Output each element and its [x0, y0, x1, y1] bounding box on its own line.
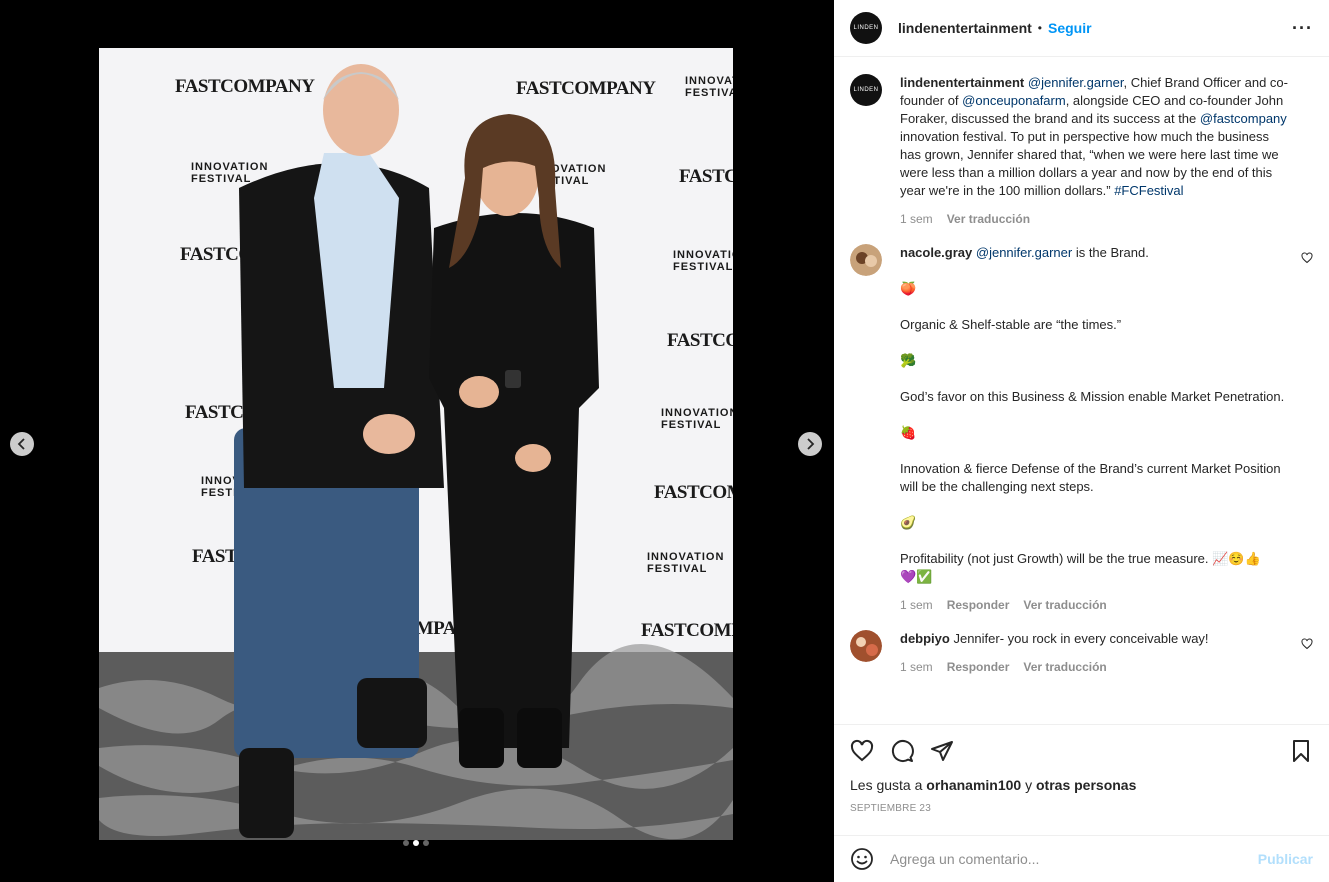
backdrop-logo: FASTCOMPANY	[516, 78, 656, 99]
backdrop-inno: FESTIVAL	[647, 563, 707, 575]
comment-paragraph: Profitability (not just Growth) will be …	[900, 551, 1261, 566]
chevron-left-icon	[17, 438, 25, 450]
comment-time[interactable]: 1 sem	[900, 658, 933, 676]
comment-paragraph: Organic & Shelf-stable are “the times.”	[900, 317, 1122, 332]
post-caption: LINDEN lindenentertainment @jennifer.gar…	[850, 74, 1313, 228]
backdrop-inno: FESTIVAL	[673, 261, 733, 273]
backdrop-inno: INNOVATION	[661, 407, 733, 419]
likes-summary: Les gusta a orhanamin100 y otras persona…	[850, 777, 1313, 793]
heart-icon[interactable]	[850, 739, 874, 763]
commenter-avatar[interactable]	[850, 244, 882, 276]
backdrop-logo: FASTCOMPANY	[667, 330, 733, 351]
like-comment-heart-icon[interactable]	[1301, 638, 1313, 650]
likes-others-link[interactable]: otras personas	[1036, 777, 1136, 793]
comment-text: Jennifer- you rock in every conceivable …	[953, 631, 1209, 646]
comment-text: is the Brand.	[1072, 245, 1149, 260]
caption-text: innovation festival. To put in perspecti…	[900, 129, 1279, 198]
reply-button[interactable]: Responder	[947, 596, 1010, 614]
caption-avatar[interactable]: LINDEN	[850, 74, 882, 106]
carousel-next-button[interactable]	[798, 432, 822, 456]
backdrop-logo: FASTCOMPANY	[679, 166, 733, 187]
likes-user-link[interactable]: orhanamin100	[926, 777, 1021, 793]
caption-time[interactable]: 1 sem	[900, 210, 933, 228]
emoji-avocado: 🥑	[900, 515, 917, 530]
add-comment-bar: Publicar	[834, 835, 1329, 882]
backdrop-inno: INNOVATION	[191, 161, 268, 173]
more-options-button[interactable]: ···	[1292, 18, 1313, 39]
person-left	[234, 64, 444, 838]
comment-username[interactable]: nacole.gray	[900, 245, 972, 260]
comment-item: debpiyo Jennifer- you rock in every conc…	[850, 630, 1313, 676]
bookmark-icon[interactable]	[1289, 739, 1313, 763]
like-comment-heart-icon[interactable]	[1301, 252, 1313, 264]
comment-emoji-line: 💜✅	[900, 569, 933, 584]
translate-button[interactable]: Ver traducción	[1023, 658, 1106, 676]
mention-link[interactable]: @onceuponafarm	[962, 93, 1066, 108]
caption-username[interactable]: lindenentertainment	[900, 75, 1024, 90]
header-separator: •	[1037, 21, 1042, 35]
comment-input[interactable]	[890, 851, 1258, 867]
hashtag-link[interactable]: #FCFestival	[1114, 183, 1183, 198]
post-header: LINDEN lindenentertainment • Seguir ···	[834, 0, 1329, 57]
mention-link[interactable]: @jennifer.garner	[1028, 75, 1124, 90]
backdrop-logo: FASTCOMPANY	[641, 620, 733, 641]
translate-button[interactable]: Ver traducción	[1023, 596, 1106, 614]
mention-link[interactable]: @jennifer.garner	[976, 245, 1072, 260]
backdrop-inno: FESTIVAL	[191, 173, 251, 185]
carousel-dot-active	[413, 840, 419, 846]
likes-mid: y	[1021, 777, 1036, 793]
carousel-prev-button[interactable]	[10, 432, 34, 456]
comment-paragraph: Innovation & fierce Defense of the Brand…	[900, 461, 1281, 494]
translate-button[interactable]: Ver traducción	[947, 210, 1030, 228]
carousel-dot	[423, 840, 429, 846]
comments-list: LINDEN lindenentertainment @jennifer.gar…	[834, 58, 1329, 724]
post-photo: FASTCOMPANY FASTCOMPANY INNOVATION FESTI…	[99, 48, 733, 840]
chevron-right-icon	[807, 438, 815, 450]
backdrop-logo: FASTCOMPANY	[654, 482, 733, 503]
carousel-dot	[403, 840, 409, 846]
post-actions: Les gusta a orhanamin100 y otras persona…	[834, 724, 1329, 814]
backdrop-logo: FASTCOMPANY	[175, 76, 315, 97]
comment-item: nacole.gray @jennifer.garner is the Bran…	[850, 244, 1313, 614]
comment-time[interactable]: 1 sem	[900, 596, 933, 614]
follow-button[interactable]: Seguir	[1048, 20, 1092, 36]
post-comment-button[interactable]: Publicar	[1258, 851, 1313, 867]
mention-link[interactable]: @fastcompany	[1200, 111, 1287, 126]
likes-prefix: Les gusta a	[850, 777, 927, 793]
backdrop-inno: FESTIVAL	[661, 419, 721, 431]
backdrop-inno: INNOVATION	[685, 75, 733, 87]
reply-button[interactable]: Responder	[947, 658, 1010, 676]
comment-icon[interactable]	[890, 739, 914, 763]
backdrop-inno: INNOVATION	[673, 249, 733, 261]
emoji-strawberry: 🍓	[900, 425, 917, 440]
backdrop-inno: FESTIVAL	[685, 87, 733, 99]
comment-paragraph: God’s favor on this Business & Mission e…	[900, 389, 1285, 404]
emoji-broccoli: 🥦	[900, 353, 917, 368]
emoji-peach: 🍑	[900, 281, 917, 296]
media-viewer: FASTCOMPANY FASTCOMPANY INNOVATION FESTI…	[0, 0, 834, 882]
post-details-panel: LINDEN lindenentertainment • Seguir ··· …	[834, 0, 1329, 882]
comment-username[interactable]: debpiyo	[900, 631, 950, 646]
backdrop-inno: INNOVATION	[647, 551, 724, 563]
carousel-indicator	[403, 840, 429, 846]
post-date[interactable]: SEPTIEMBRE 23	[850, 803, 1313, 814]
smile-icon[interactable]	[850, 847, 874, 871]
account-avatar[interactable]: LINDEN	[850, 12, 882, 44]
account-username[interactable]: lindenentertainment	[898, 20, 1032, 36]
share-icon[interactable]	[930, 739, 954, 763]
commenter-avatar[interactable]	[850, 630, 882, 662]
